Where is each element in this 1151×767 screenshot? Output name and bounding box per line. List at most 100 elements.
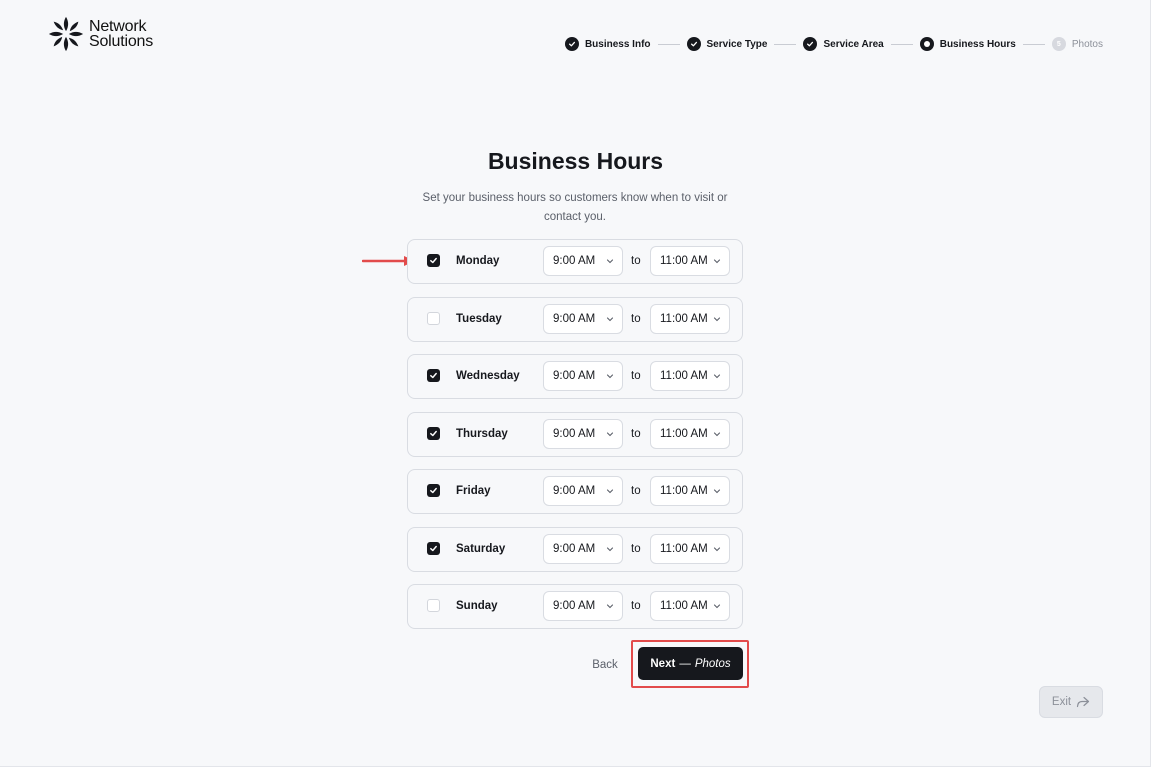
step-service-area: Service Area	[803, 37, 884, 51]
step-business-info: Business Info	[564, 37, 651, 51]
day-name: Saturday	[456, 542, 506, 555]
day-row-tuesday: Tuesday 9:00 AM to 11:00 AM	[407, 296, 743, 342]
brand-line-2: Solutions	[89, 33, 154, 50]
step-number-badge: 5	[1051, 37, 1066, 51]
start-time-value: 9:00 AM	[553, 312, 596, 325]
chevron-down-icon	[713, 431, 721, 436]
brand-wordmark: Network Solutions	[89, 18, 154, 50]
end-time-select[interactable]: 11:00 AM	[650, 533, 730, 564]
day-row-thursday: Thursday 9:00 AM to 11:00 AM	[407, 411, 743, 457]
end-time-value: 11:00 AM	[660, 312, 708, 325]
end-time-select[interactable]: 11:00 AM	[650, 476, 730, 506]
step-label: Business Info	[584, 38, 651, 50]
chevron-down-icon	[713, 259, 721, 264]
end-time-select[interactable]: 11:00 AM	[650, 418, 730, 449]
end-time-select[interactable]: 11:00 AM	[650, 361, 730, 391]
back-button[interactable]: Back	[585, 655, 625, 675]
day-row-saturday: Saturday 9:00 AM to 11:00 AM	[407, 526, 743, 572]
chevron-down-icon	[713, 316, 721, 321]
step-complete-check-icon	[803, 37, 818, 51]
end-time-value: 11:00 AM	[660, 542, 708, 555]
page-subtitle: Set your business hours so customers kno…	[422, 192, 728, 223]
day-name: Thursday	[456, 427, 508, 440]
day-name: Wednesday	[456, 370, 520, 382]
day-row-monday: Monday 9:00 AM to 11:00 AM	[407, 239, 743, 284]
chevron-down-icon	[713, 489, 721, 494]
day-row-sunday: Sunday 9:00 AM to 11:00 AM	[407, 584, 743, 629]
chevron-down-icon	[606, 546, 614, 551]
day-checkbox[interactable]	[427, 426, 440, 440]
step-connector	[890, 43, 913, 45]
check-icon	[430, 430, 437, 436]
day-checkbox[interactable]	[427, 484, 440, 497]
start-time-select[interactable]: 9:00 AM	[543, 418, 623, 449]
chevron-down-icon	[713, 604, 721, 609]
step-connector	[657, 43, 680, 45]
chevron-down-icon	[606, 604, 614, 609]
day-name: Tuesday	[456, 312, 502, 325]
next-button[interactable]: Next — Photos	[638, 647, 743, 680]
next-button-label: Next	[650, 657, 676, 670]
next-button-dash: —	[679, 657, 691, 670]
step-label: Service Area	[823, 38, 884, 50]
to-label: to	[631, 255, 641, 267]
day-row-friday: Friday 9:00 AM to 11:00 AM	[407, 469, 743, 514]
to-label: to	[631, 427, 641, 440]
day-checkbox[interactable]	[427, 311, 440, 325]
day-checkbox[interactable]	[427, 254, 440, 267]
to-label: to	[631, 542, 641, 555]
start-time-value: 9:00 AM	[553, 542, 596, 555]
start-time-value: 9:00 AM	[553, 485, 596, 497]
end-time-select[interactable]: 11:00 AM	[650, 246, 730, 276]
step-label: Photos	[1071, 38, 1103, 50]
start-time-value: 9:00 AM	[553, 370, 596, 382]
day-checkbox[interactable]	[427, 369, 440, 382]
check-icon	[430, 487, 437, 494]
start-time-select[interactable]: 9:00 AM	[543, 361, 623, 391]
step-label: Business Hours	[939, 38, 1016, 50]
end-time-select[interactable]: 11:00 AM	[650, 591, 730, 621]
step-business-hours: Business Hours	[919, 37, 1016, 51]
brand-logo[interactable]: Network Solutions	[47, 15, 153, 53]
business-hours-list: Monday 9:00 AM to 11:00 AM Tuesday 9:00 …	[407, 239, 743, 642]
end-time-value: 11:00 AM	[660, 600, 708, 612]
chevron-down-icon	[606, 259, 614, 264]
step-complete-check-icon	[564, 37, 579, 51]
start-time-value: 9:00 AM	[553, 600, 596, 612]
check-icon	[430, 257, 437, 264]
start-time-select[interactable]: 9:00 AM	[543, 303, 623, 334]
exit-button[interactable]: Exit	[1039, 686, 1103, 718]
end-time-select[interactable]: 11:00 AM	[650, 303, 730, 334]
day-checkbox[interactable]	[427, 599, 440, 612]
step-label: Service Type	[706, 38, 768, 50]
start-time-select[interactable]: 9:00 AM	[543, 533, 623, 564]
chevron-down-icon	[606, 431, 614, 436]
start-time-value: 9:00 AM	[553, 255, 596, 267]
to-label: to	[631, 485, 641, 497]
chevron-down-icon	[606, 374, 614, 379]
end-time-value: 11:00 AM	[660, 370, 708, 382]
share-arrow-icon	[1076, 696, 1090, 708]
step-service-type: Service Type	[686, 37, 768, 51]
start-time-select[interactable]: 9:00 AM	[543, 246, 623, 276]
chevron-down-icon	[606, 316, 614, 321]
day-name: Friday	[456, 485, 491, 497]
start-time-value: 9:00 AM	[553, 427, 596, 440]
to-label: to	[631, 370, 641, 382]
chevron-down-icon	[713, 546, 721, 551]
day-name: Monday	[456, 255, 500, 267]
brand-line-1: Network	[89, 18, 147, 35]
page-title: Business Hours	[487, 148, 664, 174]
check-icon	[430, 372, 437, 379]
progress-stepper: Business Info Service Type Service Area …	[564, 37, 1103, 51]
day-row-wednesday: Wednesday 9:00 AM to 11:00 AM	[407, 354, 743, 399]
start-time-select[interactable]: 9:00 AM	[543, 591, 623, 621]
day-checkbox[interactable]	[427, 541, 440, 555]
start-time-select[interactable]: 9:00 AM	[543, 476, 623, 506]
to-label: to	[631, 600, 641, 612]
step-complete-check-icon	[686, 37, 701, 51]
step-photos: 5 Photos	[1051, 37, 1103, 51]
network-solutions-logo-icon	[48, 16, 84, 52]
check-icon	[430, 545, 437, 551]
step-current-dot-icon	[919, 37, 934, 51]
